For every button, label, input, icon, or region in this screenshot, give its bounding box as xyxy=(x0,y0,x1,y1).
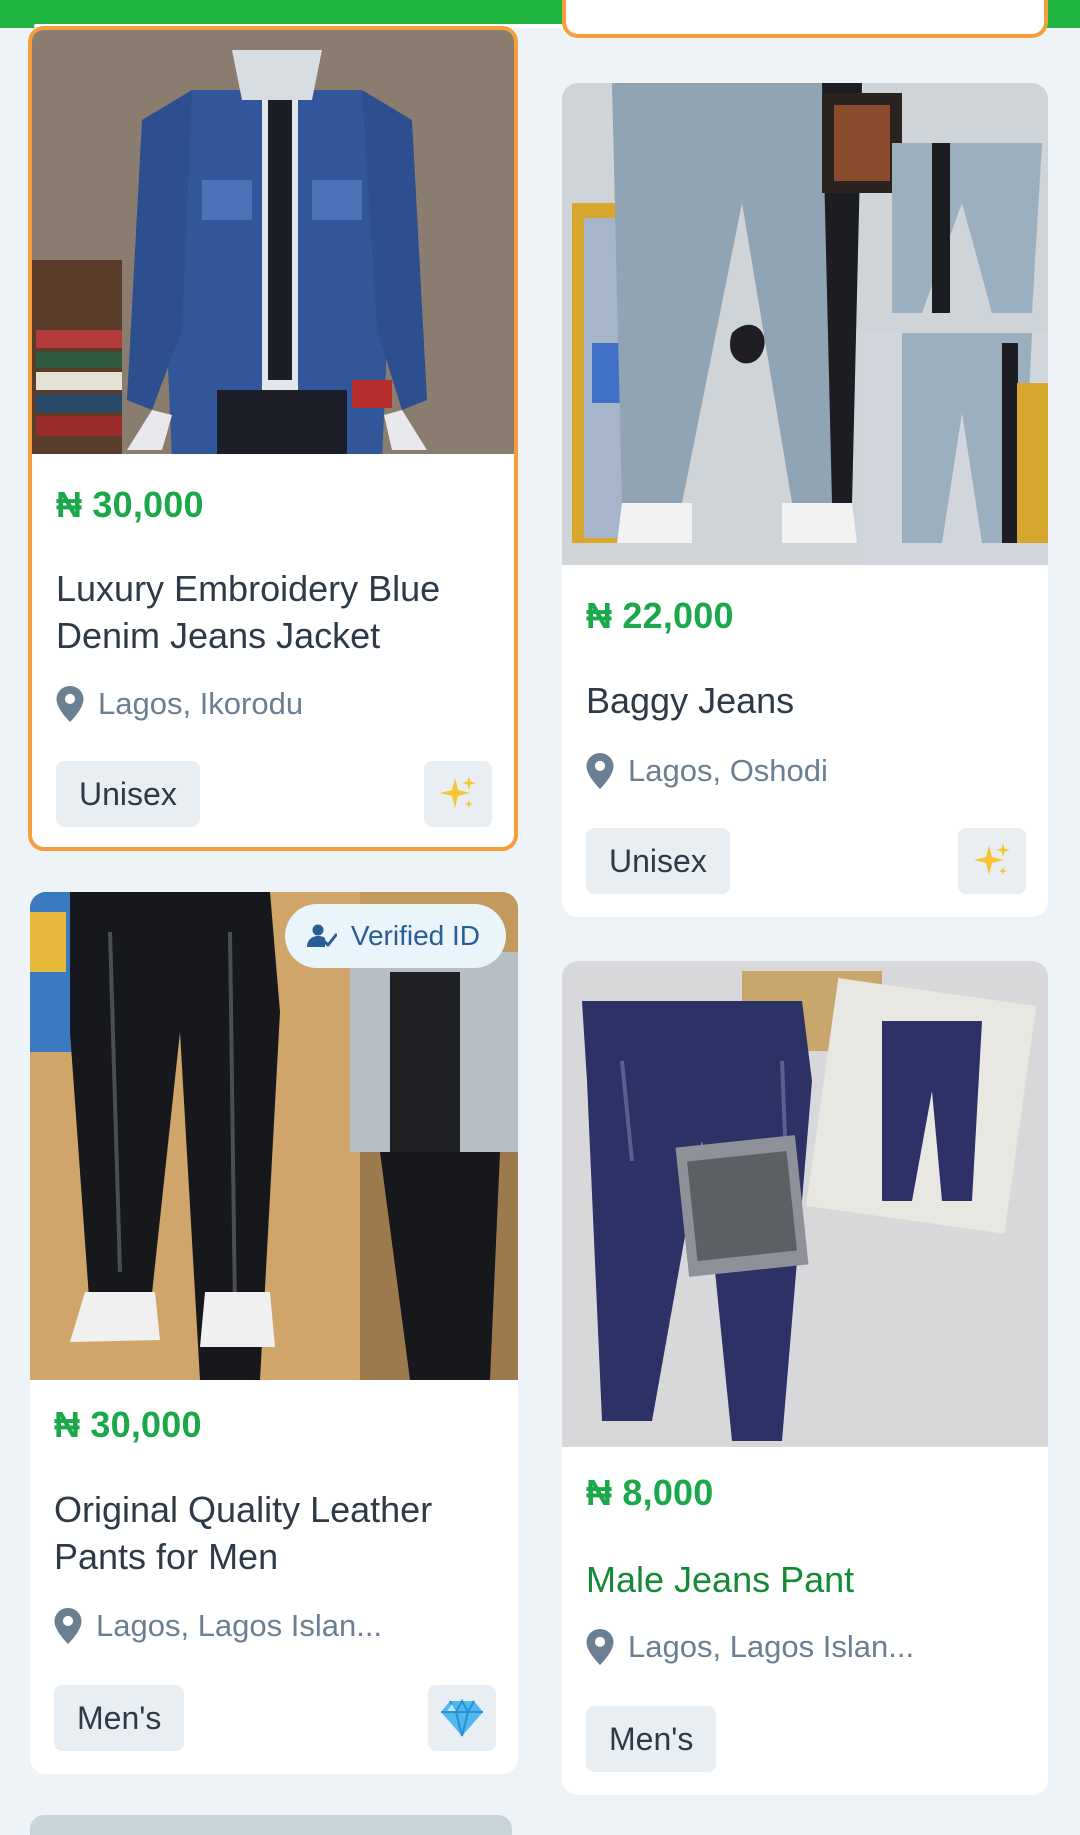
location-pin-icon xyxy=(56,686,84,722)
listing-location-text: Lagos, Ikorodu xyxy=(98,686,304,721)
diamond-icon xyxy=(441,1699,483,1737)
listing-location: Lagos, Lagos Islan... xyxy=(586,1627,1024,1667)
listing-location: Lagos, Oshodi xyxy=(586,751,1024,791)
listing-location-text: Lagos, Oshodi xyxy=(628,753,828,788)
location-pin-icon xyxy=(586,1629,614,1665)
listing-photo[interactable] xyxy=(562,961,1048,1447)
listing-location: Lagos, Lagos Islan... xyxy=(54,1606,494,1646)
listing-title[interactable]: Male Jeans Pant xyxy=(586,1556,1024,1603)
sparkles-icon xyxy=(974,843,1010,875)
listing-title[interactable]: Baggy Jeans xyxy=(586,677,1024,724)
listing-title[interactable]: Original Quality Leather Pants for Men xyxy=(54,1486,494,1580)
sparkles-icon xyxy=(440,776,476,808)
category-tag: Men's xyxy=(54,1685,185,1751)
listing-price: ₦ 30,000 xyxy=(54,1404,202,1445)
listing-price: ₦ 22,000 xyxy=(586,595,734,636)
boost-badge[interactable] xyxy=(424,761,492,827)
verified-id-badge: Verified ID xyxy=(284,904,506,968)
listing-title[interactable]: Luxury Embroidery Blue Denim Jeans Jacke… xyxy=(56,565,490,659)
verified-id-label: Verified ID xyxy=(350,920,480,951)
previous-listing-card-edge[interactable] xyxy=(562,0,1048,38)
listing-photo[interactable] xyxy=(32,30,514,454)
listing-card[interactable]: ₦ 22,000 Baggy Jeans Lagos, Oshodi Unise… xyxy=(562,83,1048,917)
listing-location-text: Lagos, Lagos Islan... xyxy=(96,1608,383,1643)
category-tag: Unisex xyxy=(586,828,730,894)
boost-badge[interactable] xyxy=(958,828,1026,894)
listing-card[interactable]: ₦ 30,000 Luxury Embroidery Blue Denim Je… xyxy=(28,26,518,851)
verified-user-icon xyxy=(306,924,337,947)
listing-card[interactable]: Verified ID ₦ 30,000 Original Quality Le… xyxy=(30,892,518,1774)
listing-card[interactable]: ₦ 8,000 Male Jeans Pant Lagos, Lagos Isl… xyxy=(562,961,1048,1795)
diamond-badge[interactable] xyxy=(428,1685,496,1751)
listing-price: ₦ 30,000 xyxy=(56,484,204,525)
category-tag: Unisex xyxy=(56,761,200,827)
listing-photo[interactable] xyxy=(562,83,1048,565)
listing-location: Lagos, Ikorodu xyxy=(56,684,490,724)
listing-price: ₦ 8,000 xyxy=(586,1472,714,1513)
location-pin-icon xyxy=(54,1608,82,1644)
location-pin-icon xyxy=(586,753,614,789)
next-listing-card-edge[interactable] xyxy=(30,1815,512,1835)
listing-location-text: Lagos, Lagos Islan... xyxy=(628,1629,915,1664)
category-tag: Men's xyxy=(586,1706,717,1772)
